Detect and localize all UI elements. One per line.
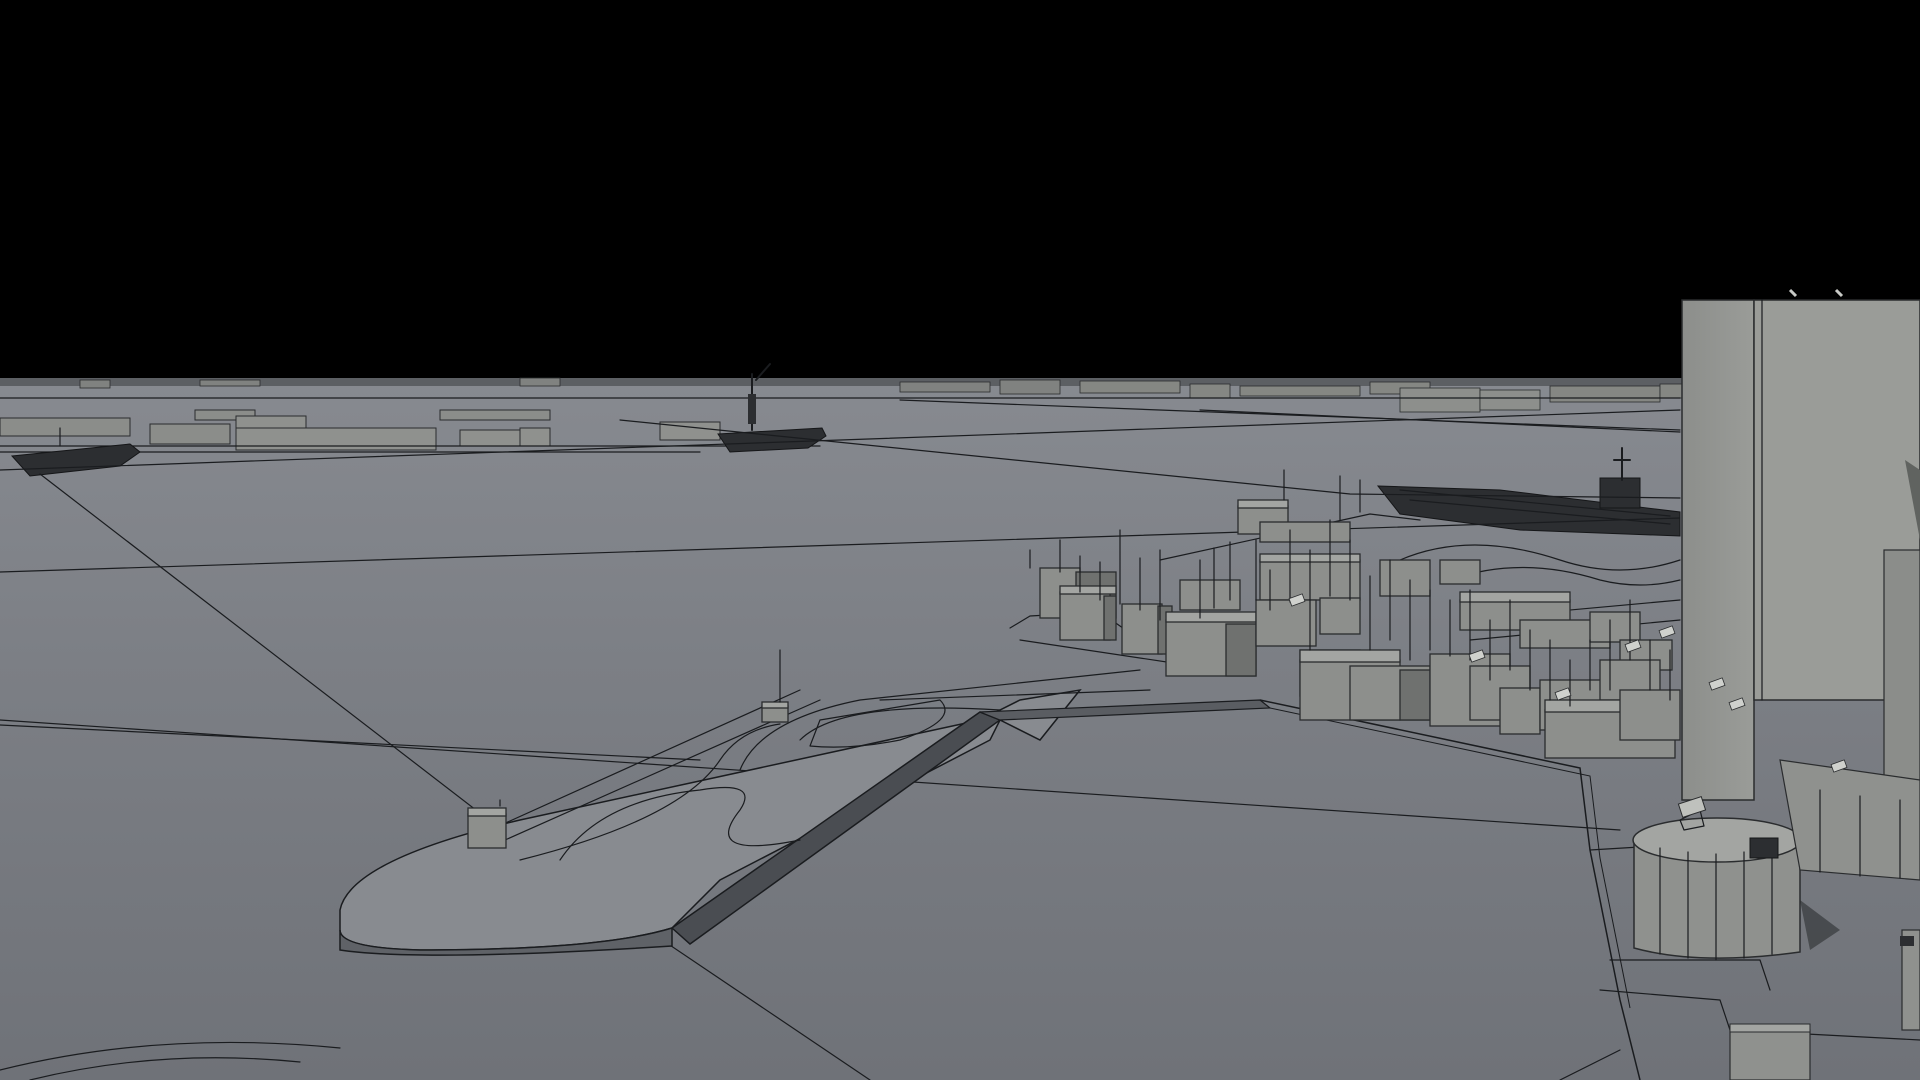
sky [0, 0, 1920, 385]
clay-render-scene [0, 0, 1920, 1080]
render-viewport [0, 0, 1920, 1080]
